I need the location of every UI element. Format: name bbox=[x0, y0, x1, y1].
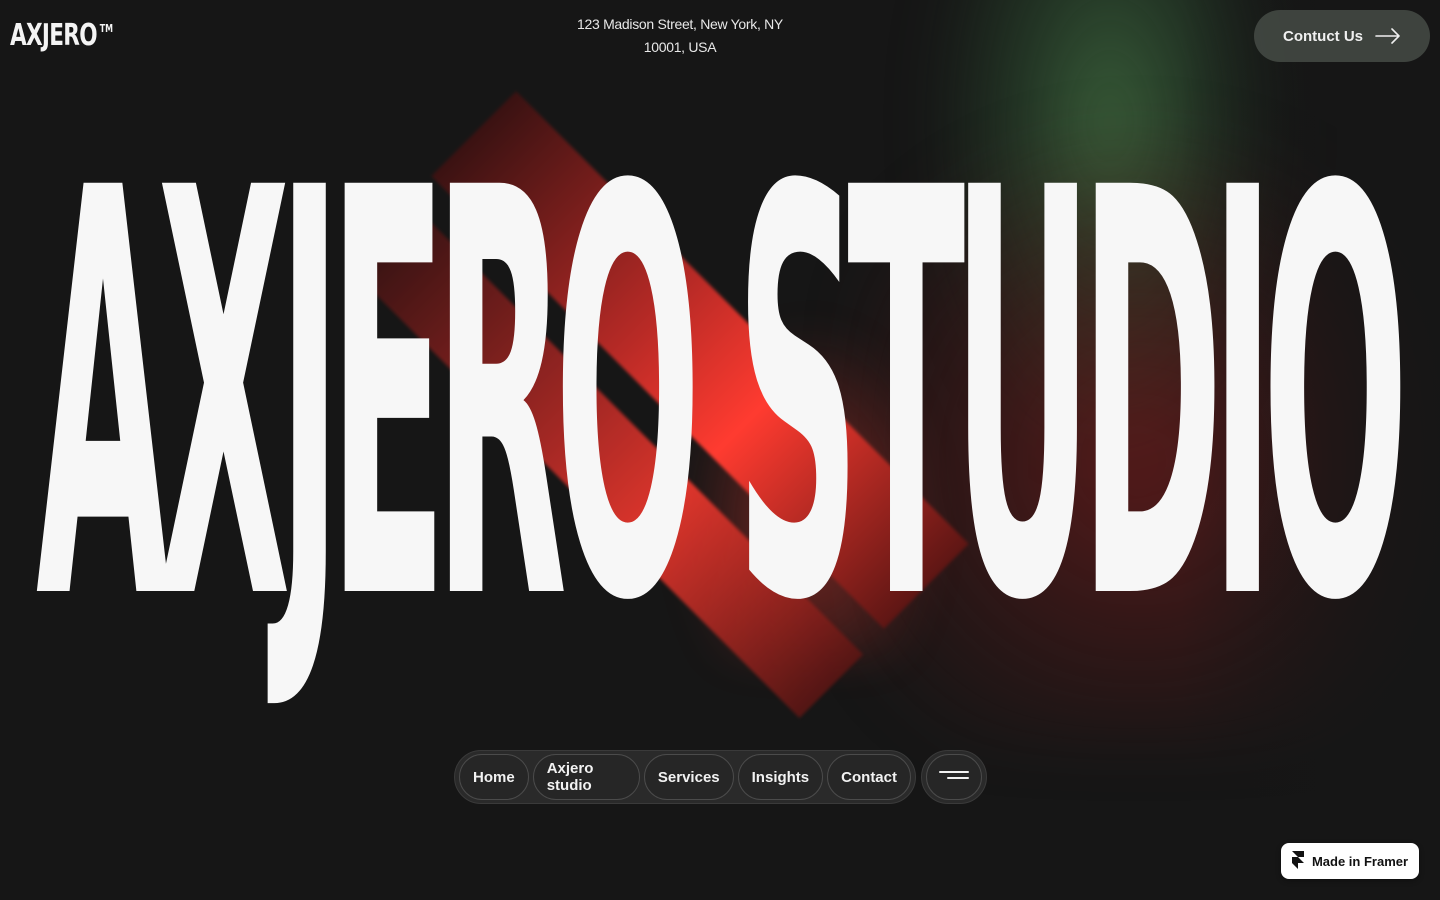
bottom-nav: Home Axjero studio Services Insights Con… bbox=[454, 750, 916, 804]
nav-item-services[interactable]: Services bbox=[643, 754, 734, 800]
hero-headline-wrap: AXJERO STUDIO bbox=[36, 118, 1436, 678]
made-in-framer-badge[interactable]: Made in Framer bbox=[1281, 843, 1419, 879]
nav-item-contact[interactable]: Contact bbox=[827, 754, 911, 800]
menu-pill bbox=[921, 750, 987, 804]
contact-us-button[interactable]: Contuct Us bbox=[1254, 10, 1430, 62]
address-line-1: 123 Madison Street, New York, NY bbox=[577, 16, 783, 32]
contact-us-label: Contuct Us bbox=[1283, 27, 1363, 45]
framer-logo-icon bbox=[1291, 850, 1304, 872]
menu-button[interactable] bbox=[926, 754, 982, 800]
nav-item-insights[interactable]: Insights bbox=[737, 754, 824, 800]
trademark-mark: TM bbox=[99, 22, 114, 35]
address: 123 Madison Street, New York, NY 10001, … bbox=[560, 13, 800, 59]
hamburger-icon bbox=[938, 768, 970, 787]
brand-name: AXJERO bbox=[10, 18, 98, 53]
address-line-2: 10001, USA bbox=[643, 39, 717, 55]
hero-headline: AXJERO STUDIO bbox=[36, 72, 1409, 724]
arrow-right-icon bbox=[1375, 28, 1401, 44]
made-in-framer-label: Made in Framer bbox=[1311, 853, 1409, 869]
brand-logo[interactable]: AXJERO TM bbox=[10, 18, 113, 53]
nav-item-home[interactable]: Home bbox=[459, 754, 529, 800]
nav-item-axjero-studio[interactable]: Axjero studio bbox=[532, 754, 640, 800]
page: AXJERO TM 123 Madison Street, New York, … bbox=[0, 0, 1440, 900]
